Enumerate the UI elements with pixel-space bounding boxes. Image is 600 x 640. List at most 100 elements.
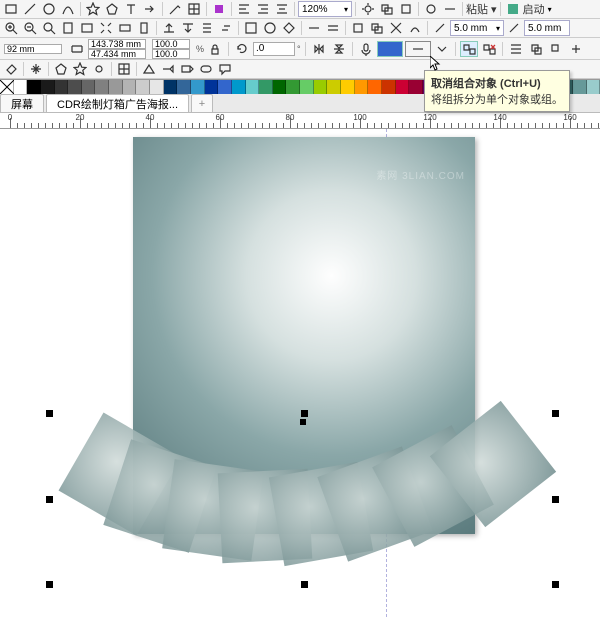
star-icon[interactable] [84,1,102,17]
tab-screen[interactable]: 屏幕 [0,94,44,112]
align-icon[interactable] [507,41,525,57]
color-swatch[interactable] [41,80,55,94]
grid-icon[interactable] [185,1,203,17]
selection-handle[interactable] [46,581,53,588]
add-icon[interactable] [567,41,585,57]
zoom-icon[interactable] [135,20,153,36]
width-field[interactable]: 143.738 mm [88,39,146,49]
grid-icon[interactable] [115,61,133,77]
fill-icon[interactable] [210,1,228,17]
paste-dropdown[interactable]: 粘贴 ▾ [466,1,497,17]
color-swatch[interactable] [95,80,109,94]
color-swatch[interactable] [205,80,219,94]
color-swatch[interactable] [82,80,96,94]
selection-handle[interactable] [552,496,559,503]
mirror-h-icon[interactable] [310,41,328,57]
color-swatch[interactable] [191,80,205,94]
gear-icon[interactable] [441,1,459,17]
color-swatch[interactable] [314,80,328,94]
color-swatch[interactable] [14,80,28,94]
effect-icon[interactable] [387,20,405,36]
scale-y-field[interactable]: 100.0 [152,49,190,59]
shape-icon[interactable] [197,61,215,77]
order-icon[interactable] [217,20,235,36]
selection-handle[interactable] [301,410,308,417]
lock-ratio-icon[interactable] [206,41,224,57]
snap-icon[interactable] [261,20,279,36]
group-icon[interactable] [378,1,396,17]
rotate-icon[interactable] [233,41,251,57]
color-swatch[interactable] [123,80,137,94]
tab-document[interactable]: CDR绘制灯箱广告海报... [46,94,189,112]
selection-handle[interactable] [46,496,53,503]
rotation-field[interactable]: .0 [253,42,295,56]
arrow-icon[interactable] [141,1,159,17]
color-swatch[interactable] [218,80,232,94]
color-swatch[interactable] [409,80,423,94]
color-swatch[interactable] [327,80,341,94]
line-icon[interactable] [21,1,39,17]
color-swatch[interactable] [136,80,150,94]
shape-icon[interactable] [178,61,196,77]
color-swatch[interactable] [273,80,287,94]
color-swatch[interactable] [259,80,273,94]
order-icon[interactable] [198,20,216,36]
order-icon[interactable] [160,20,178,36]
knife-icon[interactable] [166,1,184,17]
color-swatch[interactable] [300,80,314,94]
mic-icon[interactable] [357,41,375,57]
zoom-icon[interactable] [116,20,134,36]
scale-x-field[interactable]: 100.0 [152,39,190,49]
shape-icon[interactable] [140,61,158,77]
canvas[interactable]: 素网 3LIAN.COM [0,129,600,617]
color-swatch[interactable] [396,80,410,94]
color-swatch[interactable] [355,80,369,94]
color-swatch[interactable] [246,80,260,94]
align-icon[interactable] [235,1,253,17]
gear-icon[interactable] [90,61,108,77]
rect-icon[interactable] [2,1,20,17]
zoom-field[interactable]: 120%▾ [298,1,352,17]
effect-icon[interactable] [406,20,424,36]
color-swatch[interactable] [382,80,396,94]
snap-icon[interactable] [242,20,260,36]
zoom-page-icon[interactable] [59,20,77,36]
selection-handle[interactable] [552,410,559,417]
launch-button[interactable]: 启动 [523,1,545,17]
color-swatch[interactable] [587,80,600,94]
ungroup-all-icon[interactable] [480,41,498,57]
zoom-fit-icon[interactable] [40,20,58,36]
chevron-down-icon[interactable] [433,41,451,57]
align-icon[interactable] [273,1,291,17]
color-swatch[interactable] [164,80,178,94]
outline-icon[interactable] [305,20,323,36]
gear-icon[interactable] [397,1,415,17]
circle-icon[interactable] [40,1,58,17]
stroke-width-field[interactable]: 5.0 mm▾ [450,20,504,36]
star-icon[interactable] [71,61,89,77]
color-swatch[interactable] [573,80,587,94]
snap-icon[interactable] [280,20,298,36]
combine-icon[interactable] [547,41,565,57]
combine-icon[interactable] [527,41,545,57]
gear-icon[interactable] [422,1,440,17]
tab-new[interactable]: + [191,94,213,112]
ungroup-button[interactable] [460,41,478,57]
effect-icon[interactable] [368,20,386,36]
shape-icon[interactable] [159,61,177,77]
color-swatch[interactable] [27,80,41,94]
mirror-v-icon[interactable] [330,41,348,57]
pen-icon[interactable] [431,20,449,36]
pen-icon[interactable] [505,20,523,36]
outline-icon[interactable] [324,20,342,36]
color-swatch[interactable] [368,80,382,94]
fill-preview[interactable] [377,41,403,57]
app-icon[interactable] [504,1,522,17]
stroke-width-field[interactable]: 5.0 mm [524,20,570,36]
color-swatch[interactable] [177,80,191,94]
zoom-in-icon[interactable] [2,20,20,36]
color-swatch[interactable] [341,80,355,94]
color-swatch[interactable] [55,80,69,94]
swatch-none[interactable] [0,80,14,94]
zoom-all-icon[interactable] [97,20,115,36]
